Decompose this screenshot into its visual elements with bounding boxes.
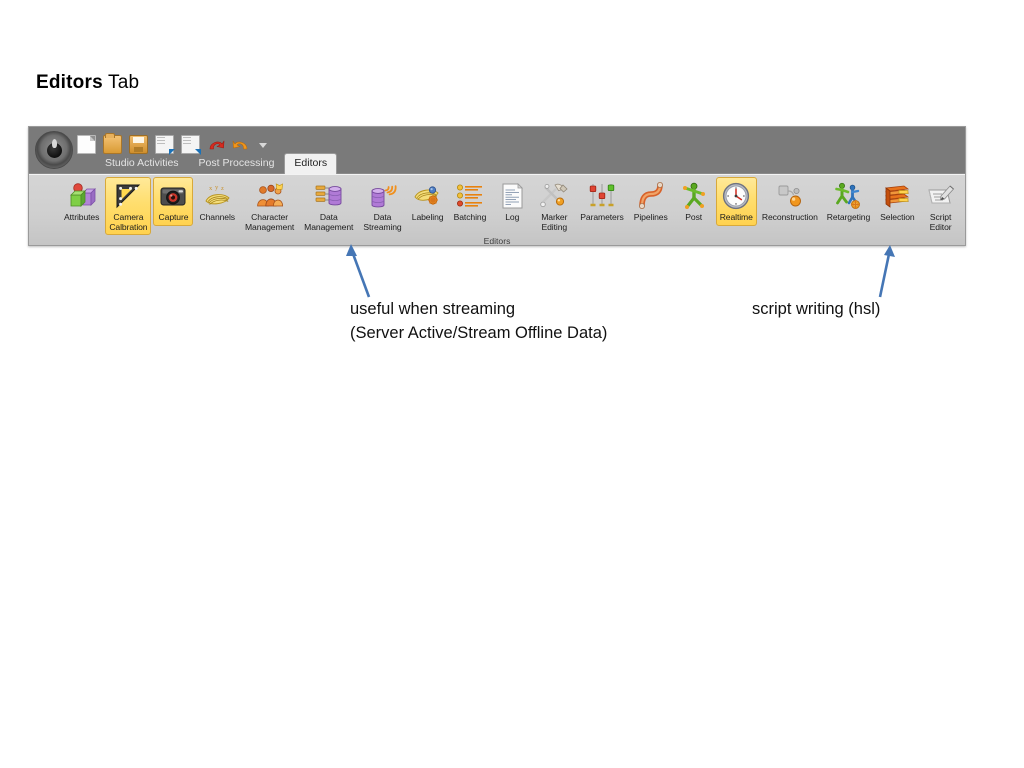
pipelines-icon <box>636 181 666 211</box>
ribbon-button-label: Selection <box>880 212 915 222</box>
ribbon-button-label: Log <box>505 212 520 222</box>
data-streaming-annotation: useful when streaming (Server Active/Str… <box>350 297 607 345</box>
data-management-icon <box>314 181 344 211</box>
page-title-rest: Tab <box>102 72 140 93</box>
ribbon-button-label: Attributes <box>64 212 100 222</box>
new-icon[interactable] <box>77 134 96 154</box>
svg-text:z: z <box>221 185 224 192</box>
ribbon-button-character-management[interactable]: Character Management <box>241 177 298 235</box>
selection-icon <box>882 181 912 211</box>
ribbon-group-editors: Attributes Camera Calbration Capture x y … <box>29 175 965 246</box>
marker-editing-icon <box>539 181 569 211</box>
labeling-icon <box>413 181 443 211</box>
svg-text:x: x <box>209 185 213 192</box>
application-menu-orb[interactable] <box>35 131 73 169</box>
camera-calibration-icon <box>113 181 143 211</box>
ribbon-button-label: Script Editor <box>929 212 952 232</box>
ribbon-button-label: Parameters <box>580 212 624 222</box>
ribbon-button-parameters[interactable]: Parameters <box>576 177 627 226</box>
ribbon-button-strip: Attributes Camera Calbration Capture x y … <box>59 177 965 236</box>
ribbon-button-label: Reconstruction <box>761 212 818 222</box>
application-window: Studio Activities Post Processing Editor… <box>28 126 966 246</box>
ribbon-button-label: Capture <box>158 212 189 222</box>
page-title: Editors Tab <box>36 72 139 94</box>
post-icon <box>679 181 709 211</box>
ribbon-button-label: Batching <box>453 212 487 222</box>
ribbon-button-labeling[interactable]: Labeling <box>408 177 448 226</box>
ribbon-button-attributes[interactable]: Attributes <box>60 177 103 226</box>
page-title-bold: Editors <box>36 72 103 93</box>
ribbon-button-label: Data Management <box>304 212 354 232</box>
save-icon[interactable] <box>129 134 148 154</box>
script-editor-annotation-line1: script writing (hsl) <box>752 300 881 318</box>
retargeting-icon <box>833 181 863 211</box>
ribbon-button-realtime[interactable]: Realtime <box>715 177 757 226</box>
ribbon-button-label: Character Management <box>245 212 295 232</box>
reconstruction-icon <box>775 181 805 211</box>
ribbon-button-label: Post <box>685 212 703 222</box>
script-editor-icon <box>926 181 956 211</box>
log-icon <box>497 181 527 211</box>
ribbon-button-post[interactable]: Post <box>674 177 714 226</box>
orb-inner-glyph <box>46 138 62 158</box>
batching-icon <box>455 181 485 211</box>
ribbon-button-selection[interactable]: Selection <box>876 177 918 226</box>
ribbon-button-retargeting[interactable]: Retargeting <box>823 177 874 226</box>
script-editor-arrow <box>878 245 895 298</box>
ribbon-button-data-streaming[interactable]: Data Streaming <box>359 177 405 235</box>
tab-studio-activities[interactable]: Studio Activities <box>95 154 189 173</box>
ribbon-button-capture[interactable]: Capture <box>153 177 194 226</box>
ribbon-button-pipelines[interactable]: Pipelines <box>630 177 672 226</box>
ribbon-button-label: Data Streaming <box>363 212 402 232</box>
import-icon[interactable] <box>155 134 175 155</box>
attributes-icon <box>67 181 97 211</box>
ribbon-button-log[interactable]: Log <box>492 177 532 226</box>
capture-icon <box>158 181 188 211</box>
svg-text:y: y <box>215 184 219 191</box>
ribbon-button-label: Realtime <box>719 212 753 222</box>
ribbon-button-label: Labeling <box>411 212 444 222</box>
script-editor-annotation: script writing (hsl) <box>752 297 880 321</box>
ribbon-button-marker-editing[interactable]: Marker Editing <box>534 177 574 235</box>
ribbon-button-label: Marker Editing <box>541 212 568 232</box>
ribbon-button-camera-calibration[interactable]: Camera Calbration <box>105 177 152 236</box>
ribbon-button-label: Retargeting <box>826 212 871 222</box>
tab-editors[interactable]: Editors <box>284 153 338 174</box>
data-streaming-icon <box>367 181 398 211</box>
quick-access-toolbar <box>77 132 268 155</box>
data-streaming-annotation-line2: (Server Active/Stream Offline Data) <box>350 324 608 342</box>
ribbon-button-channels[interactable]: x y z Channels <box>195 177 239 226</box>
ribbon-button-reconstruction[interactable]: Reconstruction <box>759 177 821 226</box>
undo-icon[interactable] <box>207 137 225 152</box>
ribbon-tab-bar: Studio Activities Post Processing Editor… <box>95 153 338 174</box>
channels-icon: x y z <box>202 181 232 211</box>
export-icon[interactable] <box>181 134 201 155</box>
ribbon-button-script-editor[interactable]: Script Editor <box>921 177 961 235</box>
ribbon-group-caption: Editors <box>483 236 511 246</box>
customize-quick-access-caret-icon[interactable] <box>259 140 268 149</box>
character-management-icon <box>255 181 285 211</box>
ribbon: Attributes Camera Calbration Capture x y … <box>29 174 965 246</box>
redo-icon[interactable] <box>232 137 250 152</box>
realtime-icon <box>721 181 751 211</box>
data-streaming-annotation-line1: useful when streaming <box>350 300 516 318</box>
tab-post-processing[interactable]: Post Processing <box>189 154 285 173</box>
ribbon-button-label: Camera Calbration <box>109 212 148 232</box>
ribbon-button-batching[interactable]: Batching <box>450 177 491 226</box>
titlebar: Studio Activities Post Processing Editor… <box>29 127 965 174</box>
ribbon-button-data-management[interactable]: Data Management <box>300 177 357 235</box>
open-icon[interactable] <box>103 132 122 154</box>
ribbon-button-label: Pipelines <box>633 212 668 222</box>
parameters-icon <box>587 181 617 211</box>
ribbon-button-label: Channels <box>199 212 235 222</box>
data-streaming-arrow <box>346 244 371 298</box>
